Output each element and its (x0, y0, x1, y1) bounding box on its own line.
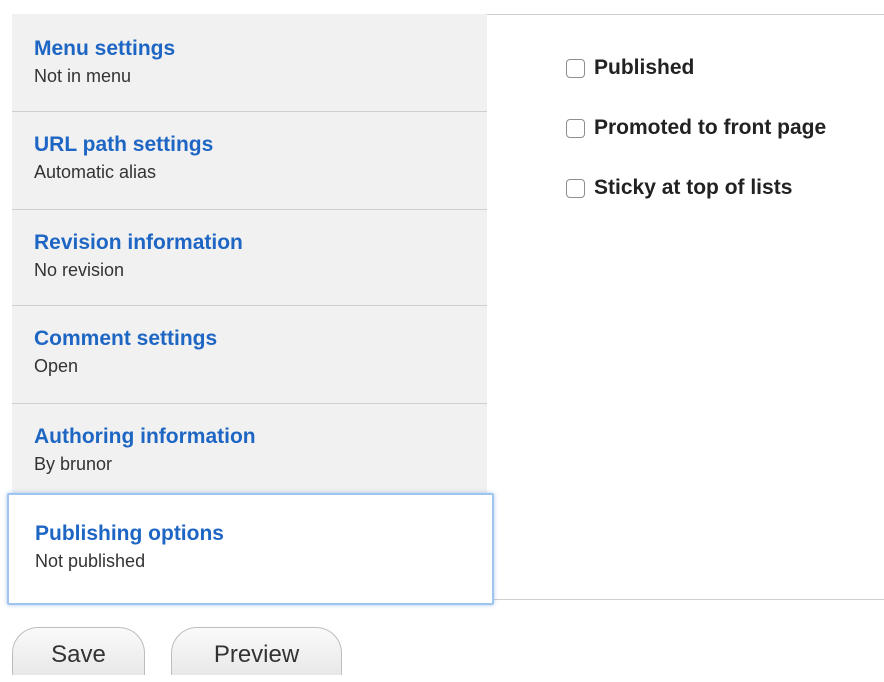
vertical-tab-title[interactable]: Comment settings (34, 326, 465, 352)
vertical-tab-menu-settings[interactable]: Menu settings Not in menu (12, 14, 487, 112)
vertical-tab-title[interactable]: URL path settings (34, 132, 465, 158)
vertical-tab-title[interactable]: Authoring information (34, 424, 465, 450)
vertical-tab-comment-settings[interactable]: Comment settings Open (12, 306, 487, 404)
save-button[interactable]: Save (12, 627, 145, 675)
preview-button[interactable]: Preview (171, 627, 342, 675)
vertical-tab-revision-information[interactable]: Revision information No revision (12, 210, 487, 306)
sticky-option[interactable]: Sticky at top of lists (566, 176, 792, 200)
vertical-tab-title[interactable]: Publishing options (35, 521, 470, 547)
vertical-tab-summary: Not in menu (34, 66, 132, 86)
promoted-checkbox[interactable] (566, 118, 585, 138)
vertical-tab-authoring-information[interactable]: Authoring information By brunor (12, 404, 487, 494)
vertical-tab-title[interactable]: Menu settings (34, 36, 465, 62)
published-label[interactable]: Published (594, 56, 694, 80)
vertical-tab-title[interactable]: Revision information (34, 230, 465, 256)
vertical-tab-summary: No revision (34, 260, 125, 280)
vertical-tab-summary: By brunor (34, 454, 113, 474)
vertical-tab-summary: Not published (35, 551, 146, 571)
vertical-tab-summary: Open (34, 356, 79, 376)
published-option[interactable]: Published (566, 56, 694, 80)
sticky-checkbox[interactable] (566, 178, 585, 198)
promoted-label[interactable]: Promoted to front page (594, 116, 826, 140)
promoted-option[interactable]: Promoted to front page (566, 116, 826, 140)
sticky-label[interactable]: Sticky at top of lists (594, 176, 792, 200)
vertical-tab-url-path-settings[interactable]: URL path settings Automatic alias (12, 112, 487, 210)
vertical-tab-summary: Automatic alias (34, 162, 157, 182)
published-checkbox[interactable] (566, 58, 585, 78)
vertical-tab-publishing-options[interactable]: Publishing options Not published (7, 493, 494, 605)
